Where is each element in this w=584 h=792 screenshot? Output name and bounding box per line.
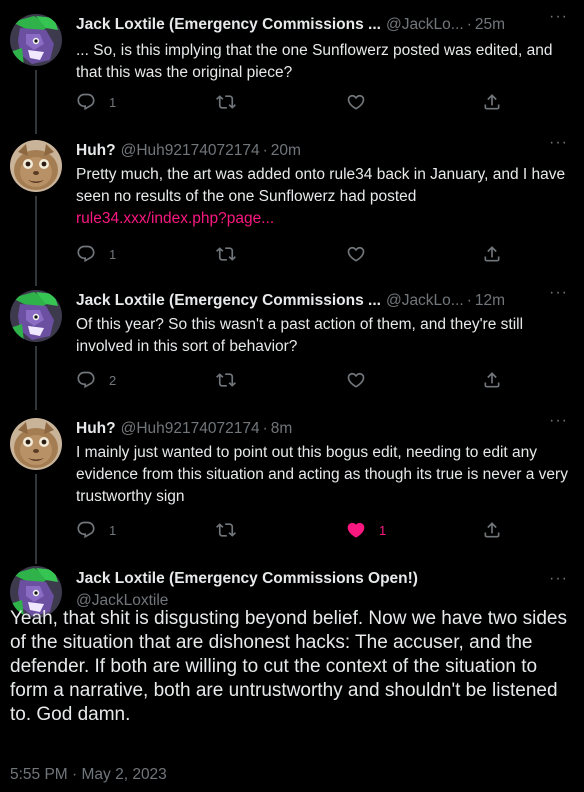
tweet-header: Jack Loxtile (Emergency Commissions ... … xyxy=(76,290,574,312)
reply-count: 2 xyxy=(109,372,117,388)
tweet-header: Huh? @Huh92174072174 · 20m xyxy=(76,140,574,162)
avatar[interactable] xyxy=(10,14,62,66)
author-handle[interactable]: @Huh92174072174 xyxy=(121,142,260,160)
tweet-actions: 2 xyxy=(76,370,516,390)
retweet-button[interactable] xyxy=(216,92,236,112)
avatar[interactable] xyxy=(10,140,62,192)
separator: · xyxy=(262,420,268,437)
thread-line xyxy=(35,474,37,564)
reply-icon xyxy=(76,520,96,540)
like-button[interactable]: 1 xyxy=(346,520,386,540)
reply-count: 1 xyxy=(109,246,117,262)
like-icon xyxy=(346,92,366,112)
tweet-time[interactable]: 12m xyxy=(475,292,505,310)
retweet-button[interactable] xyxy=(216,520,236,540)
share-button[interactable] xyxy=(482,244,502,264)
like-icon xyxy=(346,244,366,264)
tweet-text-content: Of this year? So this wasn't a past acti… xyxy=(76,316,524,355)
tweet-time[interactable]: 8m xyxy=(271,420,293,438)
share-button[interactable] xyxy=(482,370,502,390)
reply-button[interactable]: 1 xyxy=(76,520,116,540)
tweet-actions: 1 1 xyxy=(76,520,516,540)
separator: · xyxy=(466,16,472,33)
retweet-icon xyxy=(216,370,236,390)
more-icon[interactable]: ··· xyxy=(549,570,568,588)
share-icon xyxy=(482,520,502,540)
tweet-link[interactable]: rule34.xxx/index.php?page... xyxy=(76,210,274,227)
reply-button[interactable]: 1 xyxy=(76,244,116,264)
like-icon xyxy=(346,370,366,390)
retweet-button[interactable] xyxy=(216,370,236,390)
separator: · xyxy=(262,142,268,159)
like-button[interactable] xyxy=(346,244,366,264)
author-name[interactable]: Huh? xyxy=(76,420,116,438)
tweet-text-content: ... So, is this implying that the one Su… xyxy=(76,42,553,81)
tweet-actions: 1 xyxy=(76,92,516,112)
like-button[interactable] xyxy=(346,370,366,390)
tweet-text-content: Pretty much, the art was added onto rule… xyxy=(76,166,566,205)
more-icon[interactable]: ··· xyxy=(549,8,568,26)
more-icon[interactable]: ··· xyxy=(549,412,568,430)
author-name[interactable]: Jack Loxtile (Emergency Commissions ... xyxy=(76,16,381,34)
tweet-text: Of this year? So this wasn't a past acti… xyxy=(76,314,570,358)
share-button[interactable] xyxy=(482,520,502,540)
tweet-header: Huh? @Huh92174072174 · 8m xyxy=(76,418,574,440)
tweet-text: Pretty much, the art was added onto rule… xyxy=(76,164,570,230)
tweet-timestamp[interactable]: 5:55 PM · May 2, 2023 xyxy=(10,766,167,784)
thread-line xyxy=(35,70,37,134)
thread-line xyxy=(35,196,37,286)
like-button[interactable] xyxy=(346,92,366,112)
reply-count: 1 xyxy=(109,522,117,538)
author-handle[interactable]: @Huh92174072174 xyxy=(121,420,260,438)
reply-icon xyxy=(76,92,96,112)
reply-button[interactable]: 1 xyxy=(76,92,116,112)
reply-icon xyxy=(76,370,96,390)
tweet-actions: 1 xyxy=(76,244,516,264)
main-tweet-text: Yeah, that shit is disgusting beyond bel… xyxy=(10,608,567,725)
avatar[interactable] xyxy=(10,290,62,342)
tweet-header: Jack Loxtile (Emergency Commissions ... … xyxy=(76,14,574,36)
author-handle[interactable]: @JackLo... xyxy=(386,292,464,310)
share-icon xyxy=(482,244,502,264)
avatar[interactable] xyxy=(10,418,62,470)
tweet-time[interactable]: 25m xyxy=(475,16,505,34)
retweet-icon xyxy=(216,92,236,112)
author-name[interactable]: Huh? xyxy=(76,142,116,160)
like-count: 1 xyxy=(379,522,387,538)
share-icon xyxy=(482,370,502,390)
retweet-icon xyxy=(216,520,236,540)
reply-icon xyxy=(76,244,96,264)
more-icon[interactable]: ··· xyxy=(549,284,568,302)
tweet-time[interactable]: 20m xyxy=(271,142,301,160)
tweet-text: ... So, is this implying that the one Su… xyxy=(76,40,570,84)
tweet-text-content: I mainly just wanted to point out this b… xyxy=(76,444,568,505)
separator: · xyxy=(466,292,472,309)
reply-button[interactable]: 2 xyxy=(76,370,116,390)
main-author[interactable]: Jack Loxtile (Emergency Commissions Open… xyxy=(76,570,418,610)
retweet-icon xyxy=(216,244,236,264)
reply-count: 1 xyxy=(109,94,117,110)
author-handle[interactable]: @JackLo... xyxy=(386,16,464,34)
share-icon xyxy=(482,92,502,112)
thread-line xyxy=(35,346,37,410)
retweet-button[interactable] xyxy=(216,244,236,264)
tweet-text: I mainly just wanted to point out this b… xyxy=(76,442,570,508)
more-icon[interactable]: ··· xyxy=(549,134,568,152)
author-name[interactable]: Jack Loxtile (Emergency Commissions Open… xyxy=(76,570,418,588)
share-button[interactable] xyxy=(482,92,502,112)
liked-heart-icon xyxy=(346,520,366,540)
author-name[interactable]: Jack Loxtile (Emergency Commissions ... xyxy=(76,292,381,310)
